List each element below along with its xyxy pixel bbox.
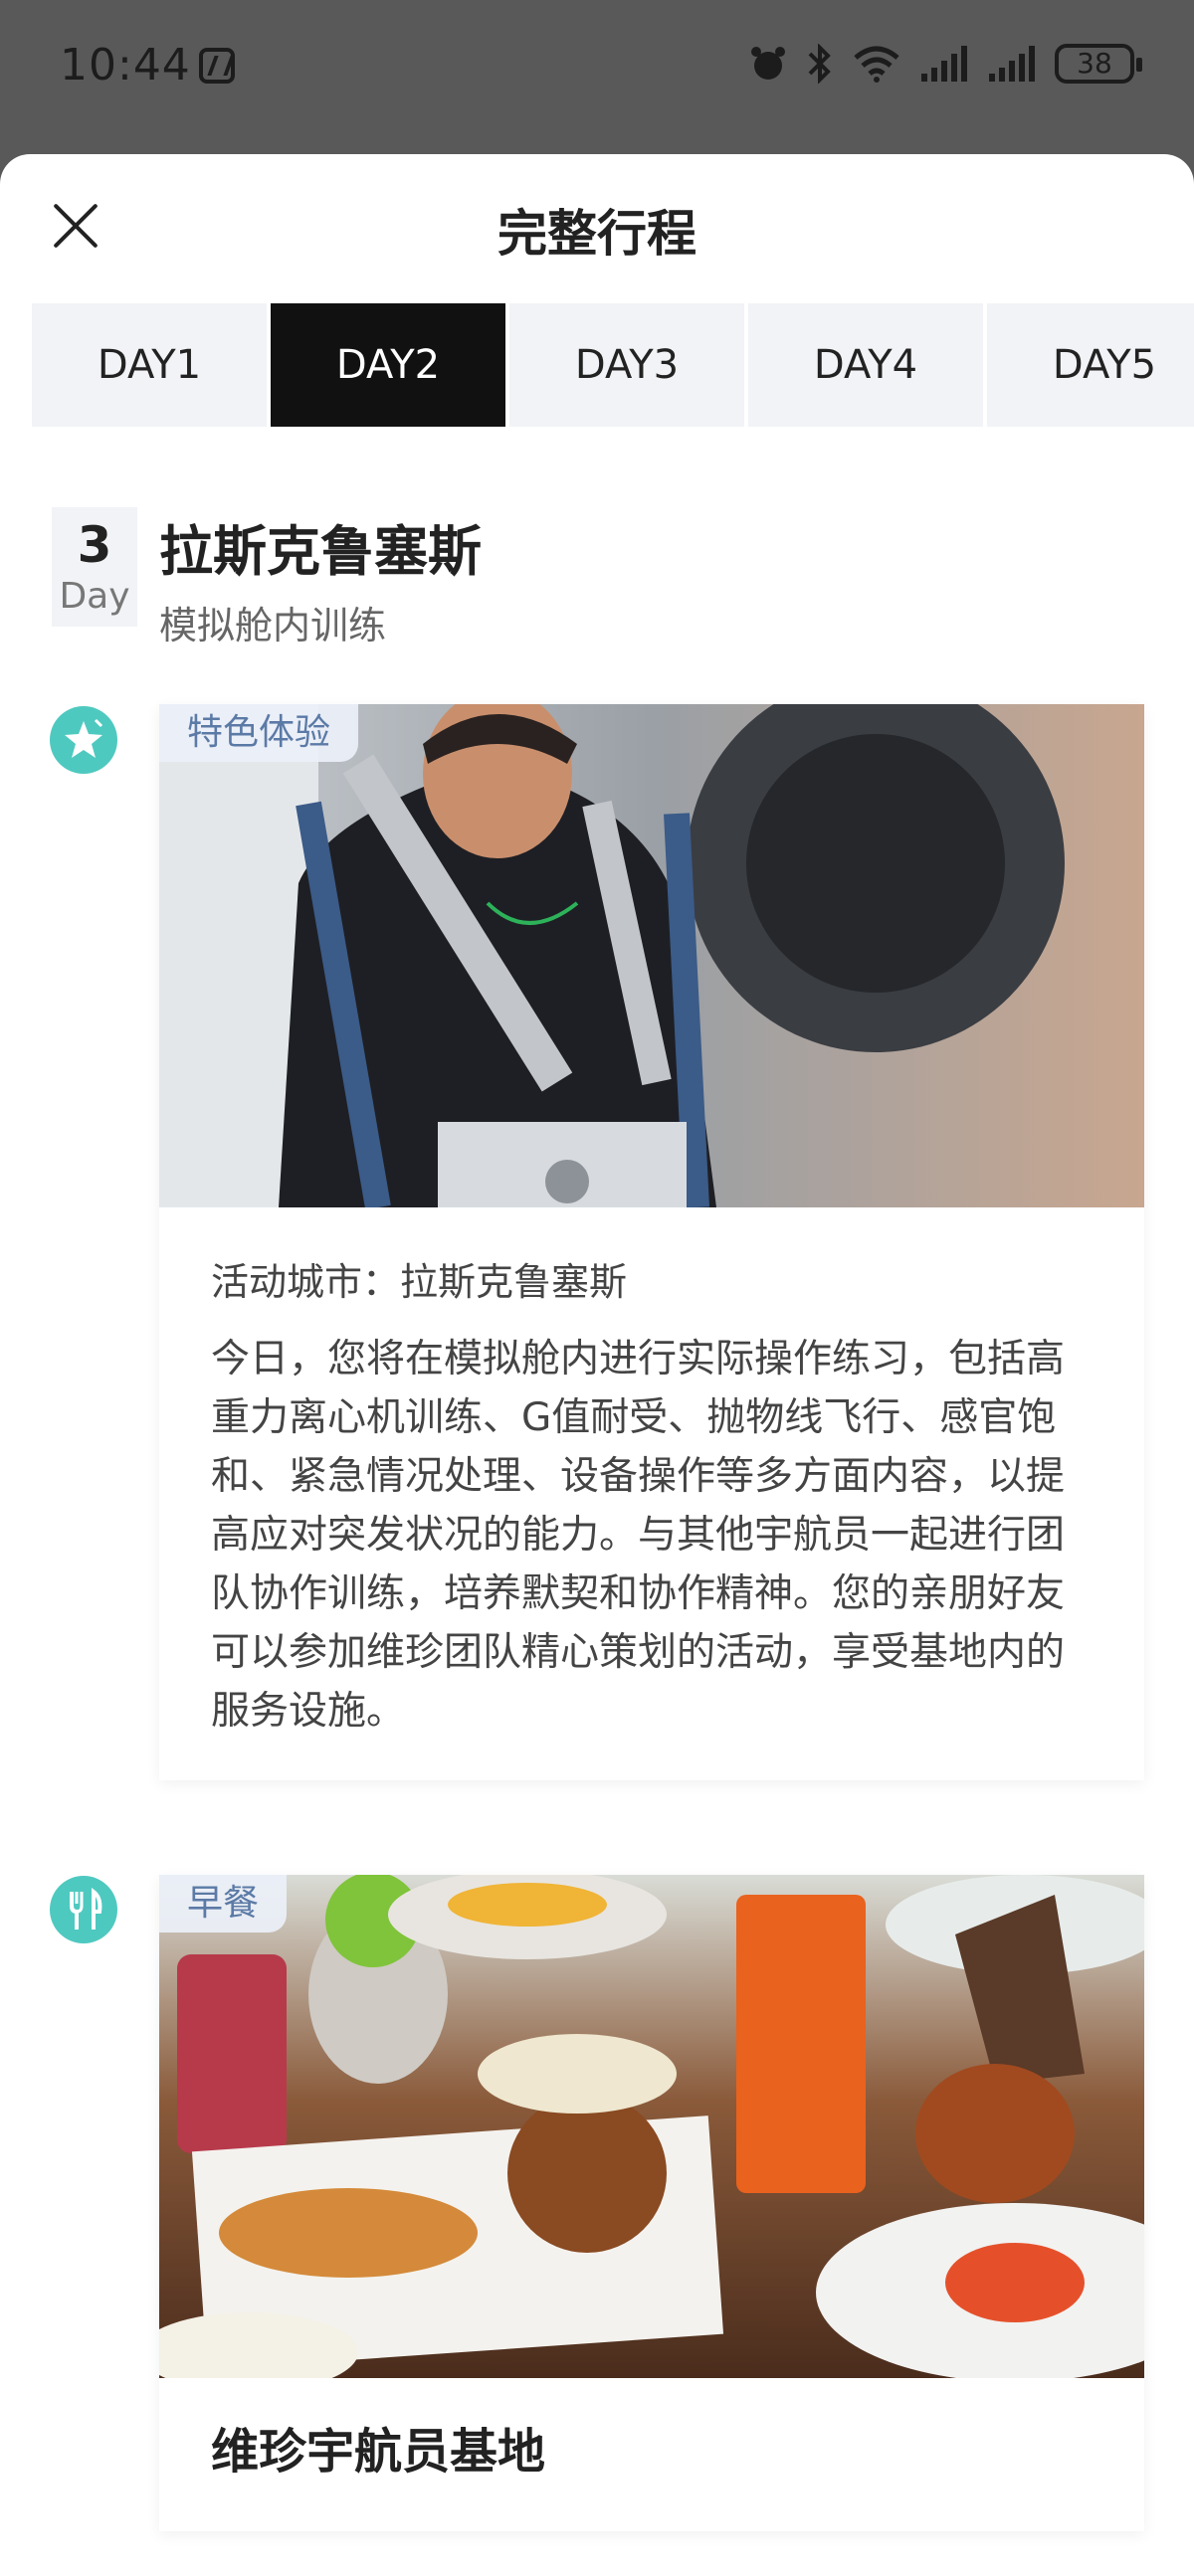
status-bar: 10:44 38 — [0, 0, 1194, 139]
meal-card[interactable]: 早餐 维珍宇航员基地 — [159, 1875, 1144, 2531]
tab-day1[interactable]: DAY1 — [32, 303, 267, 427]
signal-icon-2 — [989, 46, 1035, 82]
signal-icon — [921, 46, 967, 82]
breakfast-photo: 早餐 — [159, 1875, 1144, 2378]
bluetooth-icon — [808, 44, 831, 84]
day-subtitle: 模拟舱内训练 — [159, 604, 387, 647]
sheet-title: 完整行程 — [498, 205, 696, 263]
day-label: Day — [59, 576, 130, 617]
nfc-icon — [198, 47, 235, 84]
battery-icon: 38 — [1055, 44, 1142, 84]
tab-day5[interactable]: DAY5 — [987, 303, 1194, 427]
meal-location: 维珍宇航员基地 — [211, 2424, 546, 2480]
training-photo: 特色体验 — [159, 704, 1144, 1207]
day-number: 3 — [77, 516, 112, 574]
activity-card[interactable]: 特色体验 活动城市：拉斯克鲁塞斯 今日，您将在模拟舱内进行实际操作练习，包括高重… — [159, 704, 1144, 1780]
activity-description: 今日，您将在模拟舱内进行实际操作练习，包括高重力离心机训练、G值耐受、抛物线飞行… — [211, 1337, 1066, 1734]
tab-day2[interactable]: DAY2 — [271, 303, 505, 427]
activity-city: 活动城市：拉斯克鲁塞斯 — [211, 1260, 628, 1304]
status-time: 10:44 — [60, 40, 235, 91]
tab-day3[interactable]: DAY3 — [509, 303, 744, 427]
fork-knife-icon — [50, 1876, 117, 1943]
status-icons: 38 — [748, 44, 1142, 84]
tab-day4[interactable]: DAY4 — [748, 303, 983, 427]
itinerary-sheet: 完整行程 DAY1 DAY2 DAY3 DAY4 DAY5 3 Day 拉斯克鲁… — [0, 154, 1194, 2576]
card-tag: 特色体验 — [159, 704, 359, 762]
sheet-header: 完整行程 — [0, 154, 1194, 303]
clock-text: 10:44 — [60, 40, 191, 91]
day-city: 拉斯克鲁塞斯 — [159, 520, 482, 583]
star-icon — [50, 706, 117, 774]
day-badge: 3 Day — [52, 507, 137, 627]
day-tabs: DAY1 DAY2 DAY3 DAY4 DAY5 — [32, 303, 1194, 427]
alarm-icon — [751, 47, 785, 80]
wifi-icon — [854, 46, 899, 83]
card-tag: 早餐 — [159, 1875, 288, 1932]
